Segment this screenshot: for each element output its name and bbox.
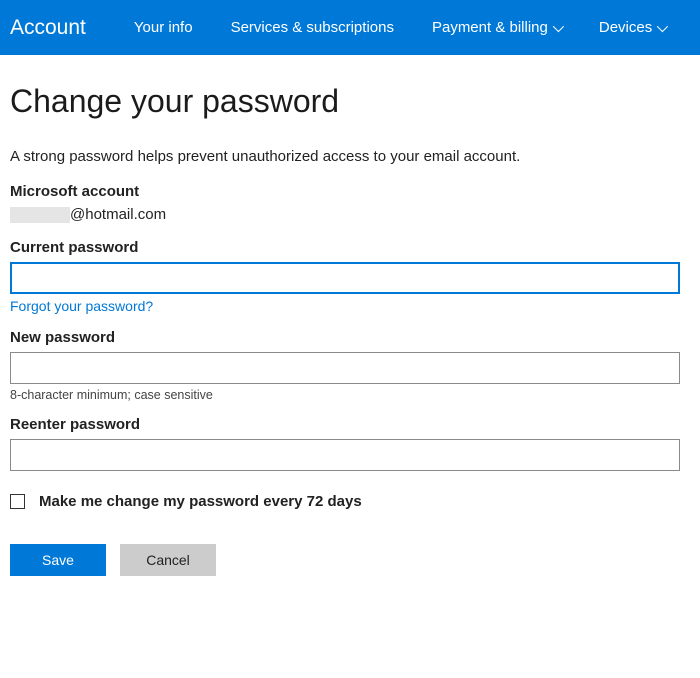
current-password-input[interactable]: [10, 262, 680, 294]
new-password-input[interactable]: [10, 352, 680, 384]
new-password-hint: 8-character minimum; case sensitive: [10, 388, 690, 402]
save-button[interactable]: Save: [10, 544, 106, 576]
account-section: Microsoft account @hotmail.com: [10, 183, 690, 223]
reenter-password-label: Reenter password: [10, 416, 690, 433]
chevron-down-icon: [553, 20, 564, 31]
page-content: Change your password A strong password h…: [0, 55, 700, 606]
cancel-button[interactable]: Cancel: [120, 544, 216, 576]
nav-item-label: Services & subscriptions: [231, 19, 394, 36]
new-password-label: New password: [10, 329, 690, 346]
email-redacted: [10, 207, 70, 223]
nav-item-label: Payment & billing: [432, 19, 548, 36]
nav-item-payment-billing[interactable]: Payment & billing: [432, 19, 561, 36]
expire-checkbox[interactable]: [10, 494, 25, 509]
reenter-password-input[interactable]: [10, 439, 680, 471]
nav-item-label: Your info: [134, 19, 193, 36]
chevron-down-icon: [657, 20, 668, 31]
expire-checkbox-row: Make me change my password every 72 days: [10, 493, 690, 510]
top-nav: Account Your info Services & subscriptio…: [0, 0, 700, 55]
account-email: @hotmail.com: [10, 206, 690, 223]
button-row: Save Cancel: [10, 544, 690, 576]
current-password-label: Current password: [10, 239, 690, 256]
nav-brand[interactable]: Account: [10, 16, 86, 40]
new-password-field: New password 8-character minimum; case s…: [10, 329, 690, 402]
account-label: Microsoft account: [10, 183, 690, 200]
reenter-password-field: Reenter password: [10, 416, 690, 471]
forgot-password-link[interactable]: Forgot your password?: [10, 298, 153, 314]
nav-item-services-subscriptions[interactable]: Services & subscriptions: [231, 19, 394, 36]
page-title: Change your password: [10, 83, 690, 120]
email-domain: @hotmail.com: [70, 206, 166, 223]
page-subtitle: A strong password helps prevent unauthor…: [10, 148, 690, 165]
nav-item-your-info[interactable]: Your info: [134, 19, 193, 36]
expire-checkbox-label[interactable]: Make me change my password every 72 days: [39, 493, 362, 510]
current-password-field: Current password Forgot your password?: [10, 239, 690, 315]
nav-item-label: Devices: [599, 19, 652, 36]
nav-item-devices[interactable]: Devices: [599, 19, 665, 36]
